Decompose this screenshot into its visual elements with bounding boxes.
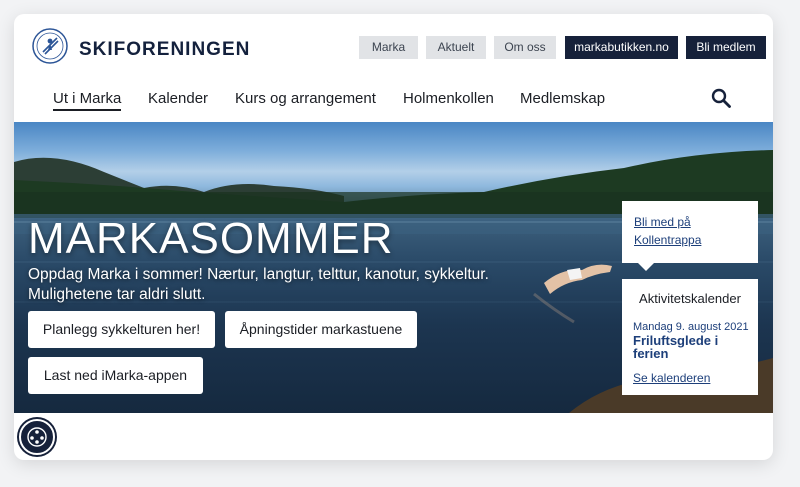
nav-item-medlemskap[interactable]: Medlemskap — [520, 90, 605, 107]
top-button-bli-medlem[interactable]: Bli medlem — [686, 36, 766, 59]
download-app-button[interactable]: Last ned iMarka-appen — [28, 357, 203, 394]
calendar-title: Aktivitetskalender — [639, 291, 741, 306]
top-button-marka[interactable]: Marka — [359, 36, 418, 59]
top-button-aktuelt[interactable]: Aktuelt — [426, 36, 486, 59]
see-calendar-link[interactable]: Se kalenderen — [633, 371, 710, 385]
kollentrappa-link[interactable]: Bli med på Kollentrappa — [634, 213, 746, 249]
hero-text: Oppdag Marka i sommer! Nærtur, langtur, … — [28, 266, 489, 303]
opening-hours-button[interactable]: Åpningstider markastuene — [225, 311, 417, 348]
brand-name[interactable]: SKIFORENINGEN — [79, 39, 250, 61]
event-date: Mandag 9. august 2021 — [633, 321, 749, 333]
nav-item-kurs-og-arrangement[interactable]: Kurs og arrangement — [235, 90, 376, 107]
activity-calendar-card: Aktivitetskalender Mandag 9. august 2021… — [622, 279, 758, 395]
browser-frame: SKIFORENINGEN Marka Aktuelt Om oss marka… — [14, 14, 773, 460]
plan-bike-trip-button[interactable]: Planlegg sykkelturen her! — [28, 311, 215, 348]
accessibility-icon — [27, 427, 47, 447]
hero-title: MARKASOMMER — [28, 214, 394, 263]
top-button-markabutikken[interactable]: markabutikken.no — [565, 36, 678, 59]
nav-item-ut-i-marka[interactable]: Ut i Marka — [53, 90, 122, 111]
accessibility-button[interactable] — [19, 419, 55, 455]
nav-item-holmenkollen[interactable]: Holmenkollen — [403, 90, 494, 107]
kollentrappa-callout: Bli med på Kollentrappa — [622, 201, 758, 271]
event-title[interactable]: Friluftsglede i ferien — [633, 334, 751, 360]
search-icon[interactable] — [711, 88, 731, 108]
top-button-om-oss[interactable]: Om oss — [494, 36, 556, 59]
nav-item-kalender[interactable]: Kalender — [148, 90, 208, 107]
skiforeningen-logo[interactable] — [32, 28, 68, 64]
hero-banner: MARKASOMMER Oppdag Marka i sommer! Nærtu… — [14, 122, 773, 413]
